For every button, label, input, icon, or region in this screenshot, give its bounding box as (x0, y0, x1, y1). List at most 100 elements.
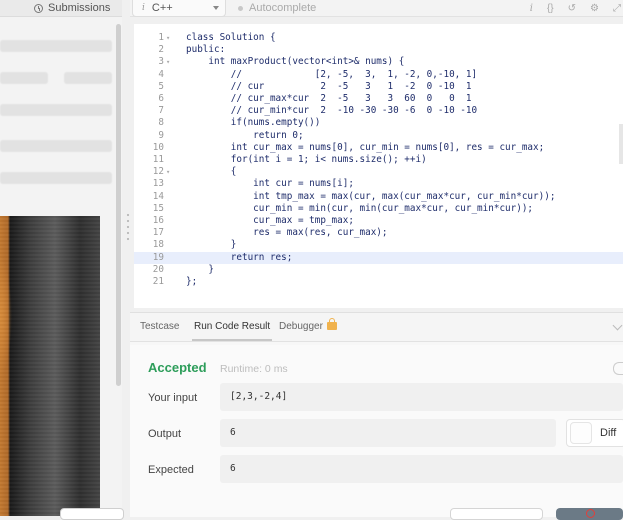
expected-value: 6 (220, 455, 623, 483)
code-line[interactable]: 1 ▾ class Solution { (134, 32, 623, 44)
line-number: 7 (158, 105, 164, 117)
resize-handle[interactable] (126, 212, 130, 242)
code-text: int tmp_max = max(cur, max(cur_max*cur, … (186, 190, 556, 202)
code-editor[interactable]: 1 ▾ class Solution {2 public: 3 ▾ int maxProd… (134, 24, 623, 308)
line-number: 11 (152, 154, 164, 165)
line-number: 17 (152, 227, 164, 239)
submit-button[interactable] (556, 508, 623, 520)
code-line[interactable]: 12 ▾ { (134, 166, 623, 178)
diff-label: Diff (600, 427, 617, 439)
tab-debugger[interactable]: Debugger (279, 313, 337, 341)
code-line[interactable]: 16 cur_max = tmp_max; (134, 215, 623, 227)
clock-icon (34, 3, 43, 13)
code-line[interactable]: 20 } (134, 264, 623, 276)
line-number: 13 (152, 178, 164, 190)
toolbar-icons: i {} ↺ ⚙ ⤢ (530, 0, 621, 16)
code-text: { (186, 166, 237, 178)
code-line[interactable]: 7 // cur_min*cur 2 -10 -30 -30 -6 0 -10 … (134, 105, 623, 117)
info-small-icon: i (142, 2, 145, 13)
code-text: // cur_max*cur 2 -5 3 3 60 0 0 1 (186, 93, 472, 104)
line-number: 10 (152, 141, 164, 153)
settings-icon[interactable]: ⚙ (590, 3, 599, 14)
autocomplete-label: Autocomplete (249, 2, 317, 14)
line-number: 18 (152, 239, 164, 251)
tab-debugger-label: Debugger (279, 321, 323, 332)
diff-switch[interactable] (570, 422, 592, 444)
blurred-text-line (0, 72, 48, 84)
code-text: if(nums.empty()) (186, 117, 321, 129)
braces-icon[interactable]: {} (547, 3, 554, 14)
editor-toolbar: i C++ Autocomplete i {} ↺ ⚙ ⤢ (130, 0, 623, 17)
runtime-text: Runtime: 0 ms (220, 363, 288, 375)
code-line[interactable]: 3 ▾ int maxProduct(vector<int>& nums) { (134, 56, 623, 68)
code-text: cur_max = tmp_max; (186, 215, 354, 226)
line-number: 3 (158, 56, 164, 68)
reset-icon[interactable]: ↺ (568, 3, 576, 14)
expected-label: Expected (148, 464, 194, 476)
code-text: for(int i = 1; i< nums.size(); ++i) (186, 154, 427, 165)
expand-icon[interactable]: ⤢ (613, 3, 621, 14)
code-line[interactable]: 2 public: (134, 44, 623, 56)
fold-arrow-icon[interactable]: ▾ (166, 32, 170, 44)
result-panel: Testcase Run Code Result Debugger Accept… (130, 312, 623, 517)
submissions-tab[interactable]: Submissions (34, 0, 110, 16)
code-line[interactable]: 17 res = max(res, cur_max); (134, 227, 623, 239)
line-number: 9 (158, 129, 164, 141)
code-line[interactable]: 10 int cur_max = nums[0], cur_min = nums… (134, 142, 623, 154)
code-text: public: (186, 44, 226, 56)
code-text: return res; (186, 251, 293, 263)
line-number: 8 (158, 117, 164, 129)
chevron-down-icon (213, 5, 219, 10)
tab-testcase[interactable]: Testcase (140, 313, 179, 341)
line-number: 2 (158, 44, 164, 56)
code-line[interactable]: 19 return res; (134, 251, 623, 264)
webcam-overlay (0, 216, 100, 516)
code-line[interactable]: 11 for(int i = 1; i< nums.size(); ++i) (134, 154, 623, 166)
chevron-down-icon[interactable] (612, 320, 623, 331)
code-line[interactable]: 8 if(nums.empty()) (134, 117, 623, 129)
info-icon[interactable] (613, 362, 623, 375)
blurred-text-line (0, 140, 112, 152)
code-line[interactable]: 5 // cur 2 -5 3 1 -2 0 -10 1 (134, 81, 623, 93)
autocomplete-toggle[interactable]: Autocomplete (238, 0, 316, 16)
diff-toggle[interactable]: Diff (566, 419, 623, 447)
line-number: 12 (152, 166, 164, 178)
code-text: return 0; (186, 129, 304, 141)
fold-arrow-icon[interactable]: ▾ (166, 166, 170, 178)
info-icon[interactable]: i (530, 3, 533, 14)
code-line[interactable]: 4 // [2, -5, 3, 1, -2, 0,-10, 1] (134, 69, 623, 81)
line-number: 20 (152, 263, 164, 275)
fold-arrow-icon[interactable]: ▾ (166, 56, 170, 68)
panel-tabs: Testcase Run Code Result Debugger (130, 313, 623, 342)
left-bottom-button[interactable] (60, 508, 124, 520)
submissions-label: Submissions (48, 2, 111, 14)
disabled-icon (586, 509, 595, 518)
line-number: 6 (158, 93, 164, 104)
code-text: cur_min = min(cur, min(cur_max*cur, cur_… (186, 202, 534, 214)
code-line[interactable]: 9 return 0; (134, 130, 623, 142)
code-text: class Solution { (186, 32, 276, 43)
code-line[interactable]: 21}; (134, 276, 623, 288)
code-text: // [2, -5, 3, 1, -2, 0,-10, 1] (186, 68, 478, 80)
code-line[interactable]: 13 int cur = nums[i]; (134, 178, 623, 190)
code-text: } (186, 239, 237, 251)
line-number: 16 (152, 215, 164, 226)
line-number: 1 (158, 32, 164, 43)
line-number: 15 (152, 202, 164, 214)
code-line[interactable]: 6 // cur_max*cur 2 -5 3 3 60 0 0 1 (134, 93, 623, 105)
status-accepted: Accepted (148, 360, 207, 375)
code-line[interactable]: 18 } (134, 239, 623, 251)
run-result: Accepted Runtime: 0 ms Your input [2,3,-… (130, 345, 623, 517)
language-select[interactable]: i C++ (132, 0, 226, 17)
language-value: C++ (151, 1, 173, 14)
line-number: 14 (152, 190, 164, 202)
tab-run-code-result[interactable]: Run Code Result (192, 313, 273, 341)
line-number: 19 (152, 251, 164, 263)
input-label: Your input (148, 392, 198, 404)
left-scrollbar[interactable] (116, 24, 121, 386)
run-code-button[interactable] (450, 508, 543, 520)
code-line[interactable]: 15 cur_min = min(cur, min(cur_max*cur, c… (134, 203, 623, 215)
code-text: // cur_min*cur 2 -10 -30 -30 -6 0 -10 -1… (186, 105, 478, 117)
code-line[interactable]: 14 int tmp_max = max(cur, max(cur_max*cu… (134, 191, 623, 203)
problem-pane: Submissions (0, 0, 124, 520)
